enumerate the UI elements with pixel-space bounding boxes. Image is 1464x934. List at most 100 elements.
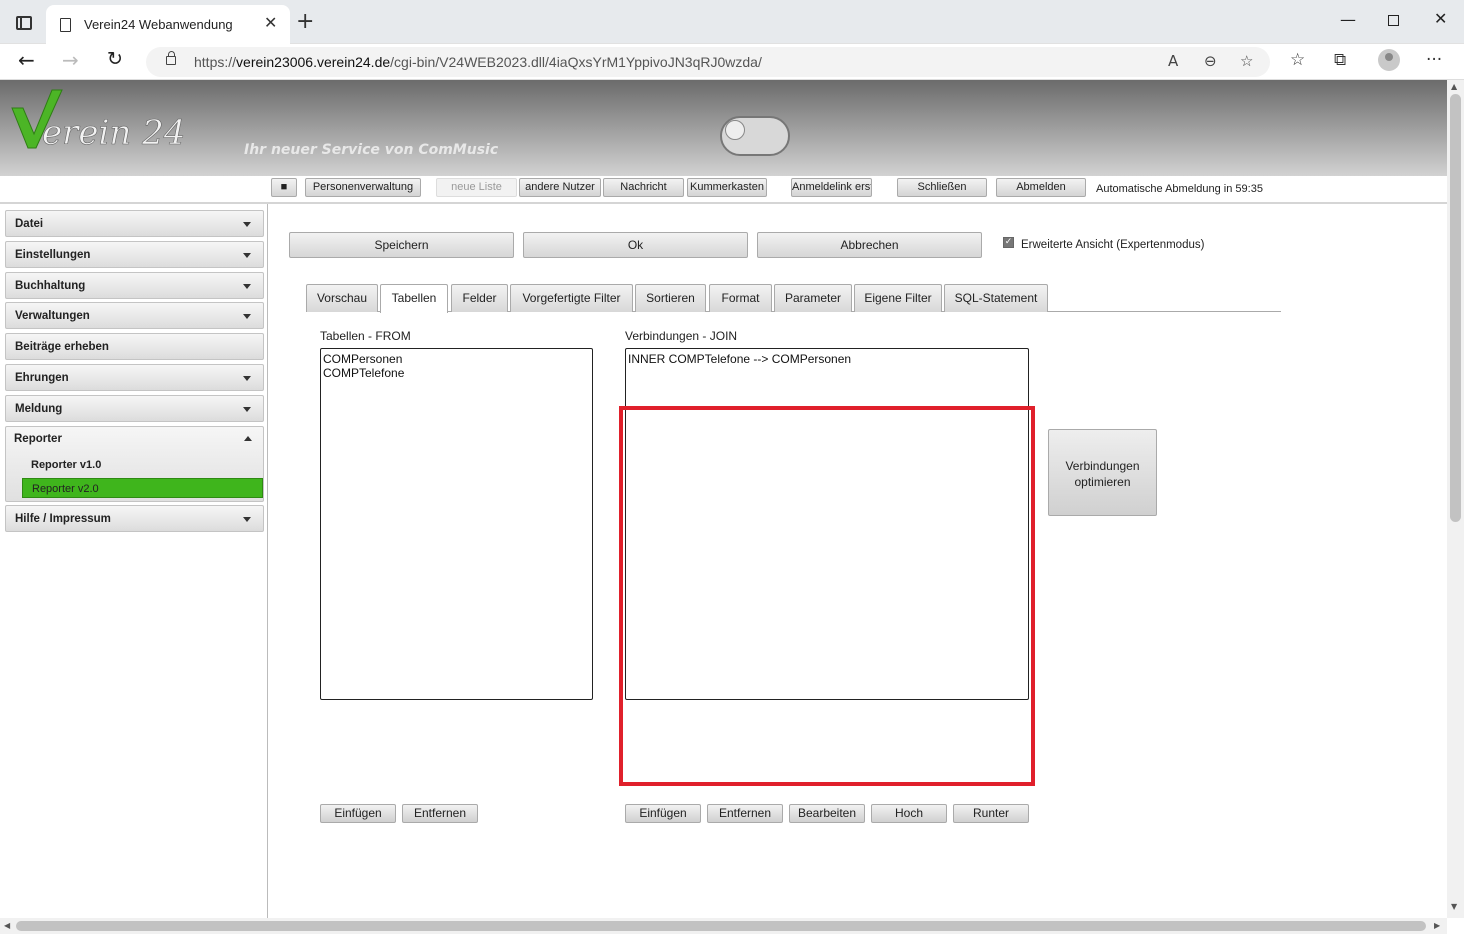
cancel-button[interactable]: Abbrechen (757, 232, 982, 258)
chevron-down-icon (243, 376, 251, 381)
personenverwaltung-button[interactable]: Personenverwaltung (305, 178, 421, 197)
url-text[interactable]: https://verein23006.verein24.de/cgi-bin/… (194, 54, 762, 70)
browser-tab[interactable]: Verein24 Webanwendung ✕ (46, 5, 290, 44)
ok-button[interactable]: Ok (523, 232, 748, 258)
close-tab-icon[interactable]: ✕ (264, 13, 277, 32)
vertical-scrollbar[interactable]: ▲ ▼ (1447, 80, 1464, 918)
favorites-icon[interactable]: ☆ (1290, 50, 1305, 70)
new-tab-icon[interactable]: + (296, 9, 314, 34)
sidebar-item-ehrungen[interactable]: Ehrungen (5, 364, 264, 391)
joins-down-button[interactable]: Runter (953, 804, 1029, 823)
tab-actions-icon[interactable] (16, 16, 32, 30)
joins-edit-button[interactable]: Bearbeiten (789, 804, 865, 823)
lock-icon[interactable] (166, 51, 176, 65)
tab-tabellen[interactable]: Tabellen (380, 284, 448, 313)
joins-up-button[interactable]: Hoch (871, 804, 947, 823)
scrollbar-thumb[interactable] (1450, 94, 1461, 522)
sidebar-item-reporter[interactable]: Reporter (5, 426, 264, 453)
sidebar-subitem-reporter-v2[interactable]: Reporter v2.0 (22, 478, 263, 498)
zoom-out-icon[interactable]: ⊖ (1204, 52, 1217, 70)
verein24-logo: erein 24 (11, 89, 186, 153)
browser-toolbar: ← → ↻ https://verein23006.verein24.de/cg… (0, 44, 1464, 80)
sidebar: Datei Einstellungen Buchhaltung Verwaltu… (0, 204, 268, 918)
stop-button[interactable]: ■ (271, 178, 297, 197)
tab-eigene-filter[interactable]: Eigene Filter (854, 284, 942, 312)
back-arrow-icon[interactable]: ← (18, 48, 35, 72)
expert-mode-checkbox[interactable]: ✓ (1003, 237, 1014, 248)
scrollbar-thumb[interactable] (16, 921, 1426, 931)
chevron-down-icon (243, 222, 251, 227)
web-page: erein 24 Ihr neuer Service von ComMusic … (0, 80, 1447, 918)
tab-format[interactable]: Format (709, 284, 772, 312)
close-window-icon[interactable]: ✕ (1434, 9, 1447, 28)
list-item[interactable]: INNER COMPTelefone --> COMPersonen (628, 352, 1026, 366)
auto-logout-status: Automatische Abmeldung in 59:35 (1096, 183, 1263, 195)
list-item[interactable]: COMPersonen (323, 352, 590, 366)
scroll-left-icon[interactable]: ◀ (4, 921, 10, 930)
profile-avatar-icon[interactable] (1378, 49, 1400, 71)
schliessen-button[interactable]: Schließen (897, 178, 987, 197)
chevron-down-icon (243, 253, 251, 258)
sidebar-item-meldung[interactable]: Meldung (5, 395, 264, 422)
scroll-up-icon[interactable]: ▲ (1451, 82, 1457, 91)
chevron-down-icon (243, 407, 251, 412)
reload-icon[interactable]: ↻ (107, 48, 123, 70)
toggle-knob (725, 120, 745, 140)
minimize-icon[interactable]: — (1340, 10, 1356, 29)
scroll-down-icon[interactable]: ▼ (1451, 902, 1457, 911)
tables-listbox[interactable]: COMPersonen COMPTelefone (320, 348, 593, 700)
sidebar-item-datei[interactable]: Datei (5, 210, 264, 237)
tables-from-label: Tabellen - FROM (320, 329, 411, 343)
tables-insert-button[interactable]: Einfügen (320, 804, 396, 823)
tab-sortieren[interactable]: Sortieren (635, 284, 706, 312)
address-bar[interactable]: https://verein23006.verein24.de/cgi-bin/… (146, 47, 1270, 77)
joins-remove-button[interactable]: Entfernen (707, 804, 783, 823)
browser-tabbar: Verein24 Webanwendung ✕ + — ✕ (0, 0, 1464, 44)
joins-label: Verbindungen - JOIN (625, 329, 738, 343)
sidebar-item-beitraege[interactable]: Beiträge erheben (5, 333, 264, 360)
read-aloud-icon[interactable]: A (1168, 52, 1178, 70)
svg-text:erein 24: erein 24 (42, 113, 185, 153)
sidebar-item-verwaltungen[interactable]: Verwaltungen (5, 302, 264, 329)
list-item[interactable]: COMPTelefone (323, 366, 590, 380)
theme-toggle[interactable] (720, 116, 790, 156)
expert-mode-label: Erweiterte Ansicht (Expertenmodus) (1021, 239, 1205, 251)
collections-icon[interactable]: ⧉ (1334, 50, 1346, 70)
optimize-joins-button[interactable]: Verbindungen optimieren (1048, 429, 1157, 516)
tables-remove-button[interactable]: Entfernen (402, 804, 478, 823)
highlight-box (619, 406, 1035, 786)
nachricht-button[interactable]: Nachricht (603, 178, 684, 197)
joins-insert-button[interactable]: Einfügen (625, 804, 701, 823)
app-menubar: ■ Personenverwaltung neue Liste andere N… (0, 176, 1447, 204)
sidebar-item-einstellungen[interactable]: Einstellungen (5, 241, 264, 268)
tab-title: Verein24 Webanwendung (84, 17, 233, 32)
chevron-up-icon (244, 436, 252, 441)
slogan: Ihr neuer Service von ComMusic (244, 142, 499, 158)
chevron-down-icon (243, 517, 251, 522)
tab-vorgefertigte-filter[interactable]: Vorgefertigte Filter (510, 284, 633, 312)
horizontal-scrollbar[interactable]: ◀ ▶ (0, 918, 1447, 934)
tab-vorschau[interactable]: Vorschau (306, 284, 378, 312)
kummerkasten-button[interactable]: Kummerkasten (687, 178, 767, 197)
forward-arrow-icon[interactable]: → (62, 48, 79, 72)
app-header: erein 24 Ihr neuer Service von ComMusic (0, 80, 1447, 176)
sidebar-subitem-reporter-v1[interactable]: Reporter v1.0 (22, 455, 263, 475)
page-icon (60, 18, 71, 32)
neue-liste-button[interactable]: neue Liste (436, 178, 517, 197)
tab-sql-statement[interactable]: SQL-Statement (944, 284, 1048, 312)
andere-nutzer-button[interactable]: andere Nutzer (519, 178, 601, 197)
anmeldelink-button[interactable]: Anmeldelink erst (791, 178, 872, 197)
chevron-down-icon (243, 284, 251, 289)
abmelden-button[interactable]: Abmelden (996, 178, 1086, 197)
scroll-right-icon[interactable]: ▶ (1434, 921, 1440, 930)
sidebar-item-hilfe[interactable]: Hilfe / Impressum (5, 505, 264, 532)
save-button[interactable]: Speichern (289, 232, 514, 258)
chevron-down-icon (243, 314, 251, 319)
tab-parameter[interactable]: Parameter (774, 284, 852, 312)
tab-felder[interactable]: Felder (451, 284, 508, 312)
add-favorite-icon[interactable]: ☆ (1240, 52, 1253, 70)
sidebar-item-buchhaltung[interactable]: Buchhaltung (5, 272, 264, 299)
reporter-main: Speichern Ok Abbrechen ✓ Erweiterte Ansi… (268, 204, 1447, 918)
more-menu-icon[interactable]: ··· (1426, 50, 1442, 70)
maximize-icon[interactable] (1388, 15, 1399, 26)
